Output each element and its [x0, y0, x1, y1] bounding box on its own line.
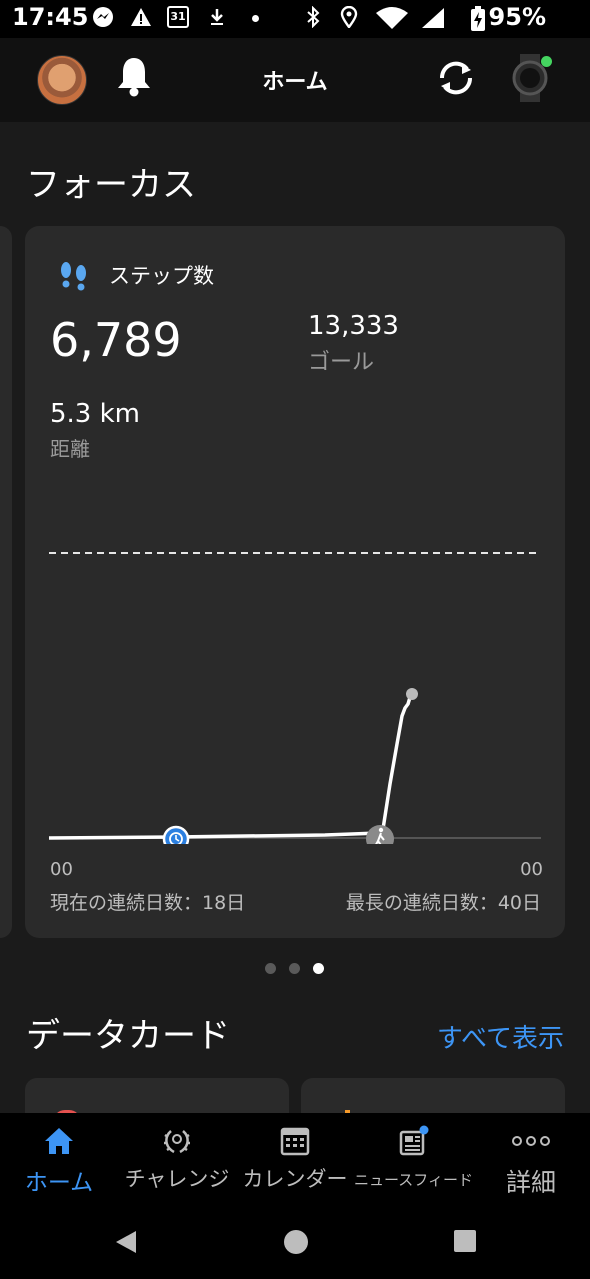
axis-end-label: 00 — [520, 859, 543, 880]
pager-dot[interactable] — [289, 963, 300, 974]
distance-label: 距離 — [50, 437, 90, 461]
page-title: ホーム — [262, 70, 328, 95]
device-watch-icon[interactable] — [510, 54, 552, 102]
laurel-icon — [164, 1130, 190, 1154]
home-circle-icon[interactable] — [283, 1229, 309, 1255]
sync-icon[interactable] — [434, 56, 478, 100]
footsteps-icon — [57, 259, 91, 291]
pager-dot[interactable] — [265, 963, 276, 974]
alert-icon — [130, 6, 152, 33]
bottom-navigation: ホーム チャレンジ カレンダー ニュースフィード 詳細 — [0, 1113, 590, 1201]
longest-streak: 最長の連続日数：40日 — [345, 892, 541, 914]
system-navigation — [0, 1201, 590, 1279]
walking-marker-icon — [366, 825, 394, 844]
goal-label: ゴール — [308, 350, 375, 375]
pager-dot-active[interactable] — [313, 963, 324, 974]
steps-focus-card[interactable]: ステップ数 6,789 13,333 ゴール 5.3 km 距離 00 00 現… — [25, 226, 565, 938]
location-icon — [339, 5, 359, 33]
battery-charging-icon — [470, 6, 486, 37]
focus-section-title: フォーカス — [26, 165, 196, 205]
nav-newsfeed[interactable]: ニュースフィード — [354, 1113, 473, 1201]
data-cards-title: データカード — [26, 1016, 230, 1056]
see-all-link[interactable]: すべて表示 — [437, 1018, 564, 1055]
device-connected-dot — [541, 56, 552, 67]
previous-focus-card[interactable] — [0, 226, 12, 938]
app-bar: ホーム — [0, 38, 590, 122]
download-icon — [208, 6, 226, 33]
status-time: 17:45 — [12, 3, 89, 31]
nav-newsfeed-label: ニュースフィード — [354, 1171, 473, 1189]
newsfeed-icon — [399, 1125, 429, 1156]
current-streak: 現在の連続日数：18日 — [50, 892, 246, 914]
nav-more-label: 詳細 — [505, 1168, 556, 1197]
wifi-icon — [375, 6, 409, 35]
nav-challenges[interactable]: チャレンジ — [118, 1113, 236, 1201]
nav-home-label: ホーム — [24, 1170, 94, 1196]
messenger-icon — [92, 6, 114, 33]
recents-icon[interactable] — [454, 1230, 476, 1252]
carousel-pager — [262, 963, 332, 975]
nav-calendar-label: カレンダー — [242, 1167, 348, 1191]
signal-icon — [420, 6, 446, 35]
more-icon — [512, 1136, 550, 1146]
calendar-status-icon: 31 — [167, 6, 189, 28]
notification-dot-icon — [252, 15, 259, 22]
nav-more[interactable]: 詳細 — [478, 1113, 584, 1201]
calendar-icon — [280, 1127, 310, 1156]
steps-value: 6,789 — [50, 313, 182, 367]
status-bar: 17:45 31 95% — [0, 0, 590, 38]
distance-value: 5.3 km — [50, 399, 140, 429]
current-point — [406, 688, 418, 700]
home-icon — [45, 1128, 73, 1154]
bluetooth-icon — [304, 5, 322, 33]
battery-percent: 95% — [488, 3, 546, 31]
steps-chart — [48, 552, 541, 844]
nav-challenges-label: チャレンジ — [124, 1167, 230, 1191]
nav-calendar[interactable]: カレンダー — [236, 1113, 354, 1201]
back-icon[interactable] — [114, 1229, 138, 1255]
clock-marker-icon — [162, 825, 190, 844]
axis-start-label: 00 — [50, 859, 73, 880]
goal-value: 13,333 — [308, 311, 399, 341]
card-label: ステップ数 — [109, 264, 214, 288]
nav-home[interactable]: ホーム — [6, 1113, 112, 1201]
steps-progress-line — [48, 693, 413, 840]
